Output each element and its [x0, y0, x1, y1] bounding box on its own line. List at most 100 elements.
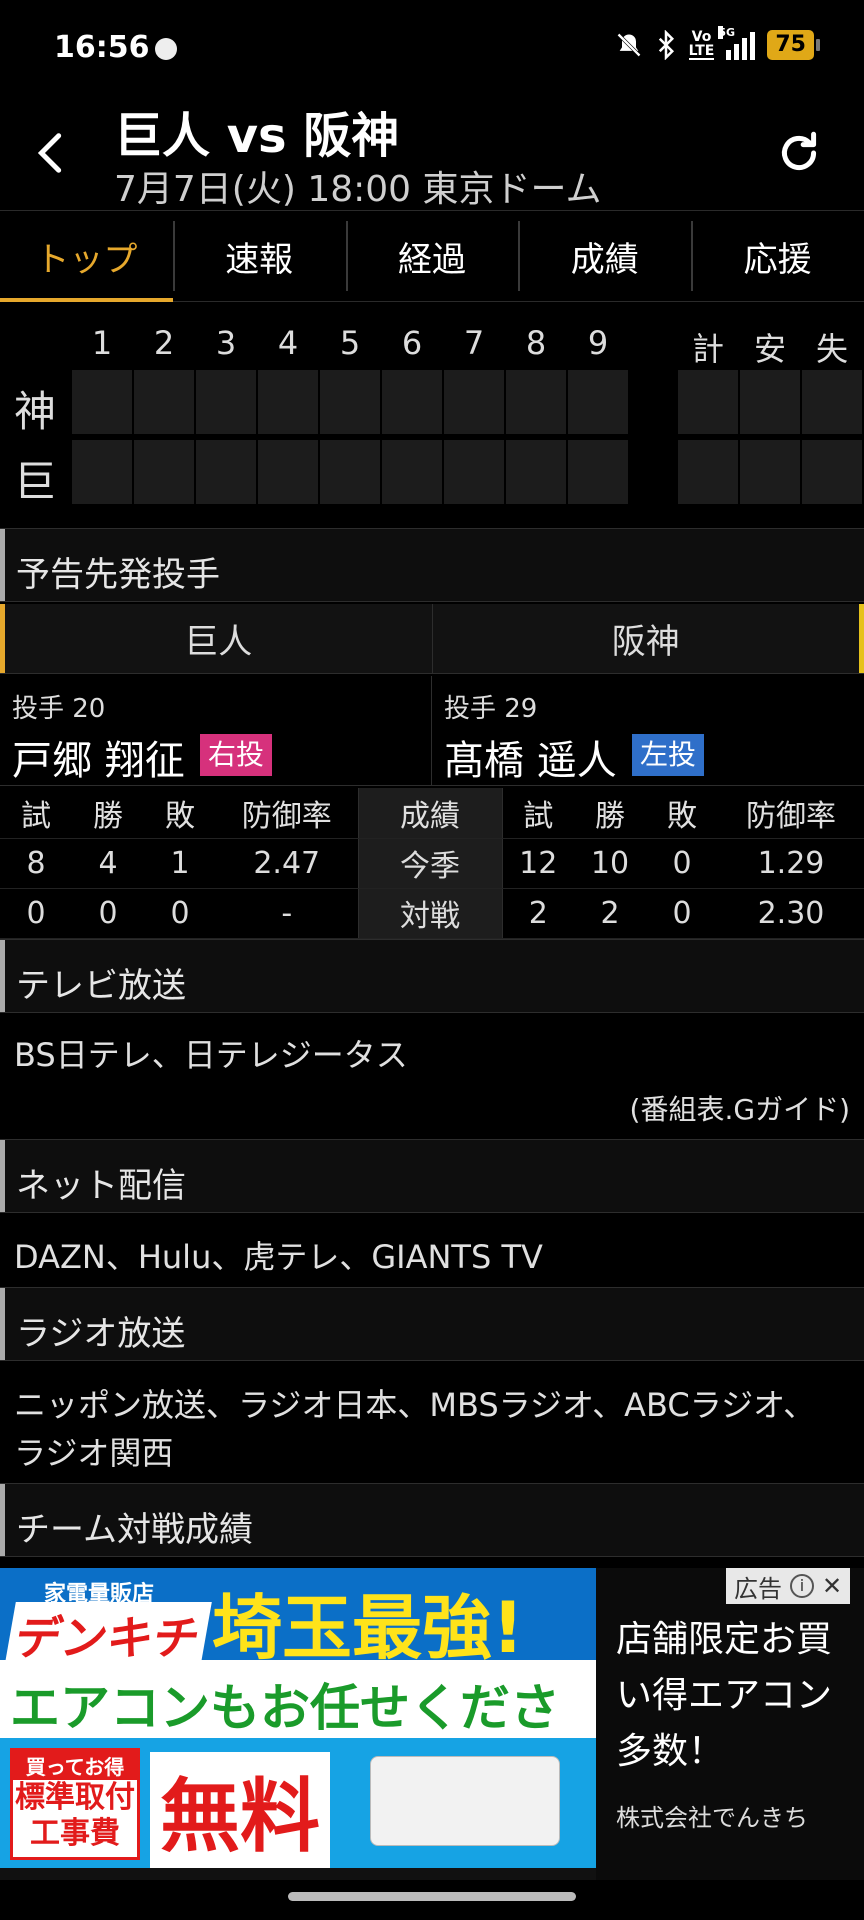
- stats-header: 試: [502, 788, 574, 839]
- battery-icon: 75: [767, 30, 820, 60]
- stats-cell: 4: [72, 838, 144, 889]
- inning-label: 7: [463, 324, 485, 362]
- score-row-home: 巨: [0, 438, 864, 508]
- score-cell: [134, 370, 194, 434]
- score-cell: [678, 370, 738, 434]
- inning-label: 9: [587, 324, 609, 362]
- score-cell: [382, 440, 442, 504]
- status-time: 16:56: [54, 30, 150, 65]
- section-header-pitchers: 予告先発投手: [0, 528, 864, 602]
- stats-header: 敗: [646, 788, 718, 839]
- app-header: 巨人 vs 阪神 7月7日(火) 18:00 東京ドーム: [0, 96, 864, 210]
- scoreboard: 1 2 3 4 5 6 7 8 9 計 安 失 神 巨: [0, 318, 864, 508]
- bluetooth-icon: [658, 30, 674, 60]
- errors-label: 失: [815, 330, 848, 368]
- ad-banner[interactable]: 家電量販店 デンキチ 埼玉最強! エアコンもお任せください! 買ってお得 標準取…: [0, 1568, 864, 1880]
- tab-progress[interactable]: 経過: [345, 211, 519, 301]
- tab-top[interactable]: トップ: [0, 211, 173, 302]
- tab-cheer[interactable]: 応援: [691, 211, 864, 301]
- tab-bar: トップ 速報 経過 成績 応援: [0, 210, 864, 302]
- ad-brand-logo: デンキチ: [4, 1602, 212, 1668]
- score-cell: [568, 370, 628, 434]
- app-notification-icon: [155, 38, 177, 60]
- score-cell: [802, 440, 862, 504]
- close-icon[interactable]: ✕: [822, 1572, 842, 1600]
- home-team-label: 巨人: [0, 604, 433, 673]
- tab-stats[interactable]: 成績: [518, 211, 691, 301]
- stats-cell: 0: [72, 888, 144, 939]
- ad-image[interactable]: 家電量販店 デンキチ 埼玉最強! エアコンもお任せください! 買ってお得 標準取…: [0, 1568, 596, 1880]
- inning-label: 1: [91, 324, 113, 362]
- stats-header: 勝: [72, 788, 144, 839]
- score-cell: [444, 370, 504, 434]
- score-cell: [802, 370, 862, 434]
- ad-footnote-bar: [0, 1868, 596, 1880]
- score-cell: [258, 370, 318, 434]
- stats-header: 勝: [574, 788, 646, 839]
- section-title: ネット配信: [16, 1166, 186, 1206]
- section-title: チーム対戦成績: [16, 1510, 253, 1550]
- tv-guide-link[interactable]: (番組表.Gガイド): [630, 1088, 850, 1128]
- score-cell: [382, 370, 442, 434]
- ad-bottom-band: 買ってお得 標準取付工事費 無料: [0, 1738, 596, 1868]
- section-header-radio: ラジオ放送: [0, 1287, 864, 1361]
- inning-label: 6: [401, 324, 423, 362]
- refresh-icon[interactable]: [774, 128, 824, 178]
- score-cell: [320, 440, 380, 504]
- pitcher-name: 戸郷 翔征: [12, 738, 185, 784]
- pitcher-number: 投手 29: [444, 694, 538, 724]
- stats-cell: 0: [646, 888, 718, 939]
- ad-advertiser: 株式会社でんきち: [616, 1804, 808, 1832]
- score-cell: [568, 440, 628, 504]
- score-cell: [740, 440, 800, 504]
- score-cell: [506, 440, 566, 504]
- radio-stations-cont: ラジオ関西: [14, 1434, 174, 1472]
- inning-label: 5: [339, 324, 361, 362]
- section-title: 予告先発投手: [16, 555, 220, 595]
- pitcher-stats-table: 試 勝 敗 防御率 成績 試 勝 敗 防御率 8 4 1 2.47 今季 12 …: [0, 788, 864, 939]
- stats-row-label: 対戦: [357, 888, 503, 939]
- ad-headline: 埼玉最強!: [212, 1587, 524, 1669]
- ad-description: 店舗限定お買い得エアコン多数！: [616, 1619, 833, 1772]
- ad-offer-box: 買ってお得 標準取付工事費: [10, 1748, 140, 1860]
- tv-channels: BS日テレ、日テレジータス: [14, 1036, 408, 1074]
- stats-row-matchup: 0 0 0 - 対戦 2 2 0 2.30: [0, 888, 864, 939]
- stats-cell: 10: [574, 838, 646, 889]
- ad-label-text: 広告: [734, 1574, 782, 1603]
- team-abbr: 神: [14, 387, 57, 436]
- pitcher-name: 髙橋 遥人: [444, 738, 617, 784]
- score-cell: [134, 440, 194, 504]
- away-pitcher-card[interactable]: 投手 29 髙橋 遥人 左投: [432, 676, 864, 786]
- stats-cell: 1: [144, 838, 216, 889]
- stats-header: 試: [0, 788, 72, 839]
- stats-header: 防御率: [718, 788, 864, 839]
- ad-free-text: 無料: [150, 1752, 330, 1868]
- stats-cell: 2: [502, 888, 574, 939]
- team-abbr: 巨: [14, 457, 57, 506]
- back-icon[interactable]: [28, 130, 74, 176]
- volte-icon: Vo LTE: [688, 29, 715, 60]
- section-header-net: ネット配信: [0, 1139, 864, 1213]
- home-indicator[interactable]: [288, 1892, 576, 1901]
- hits-label: 安: [753, 330, 786, 368]
- inning-label: 3: [215, 324, 237, 362]
- status-bar: 16:56 Vo LTE 5G 75: [0, 0, 864, 96]
- ad-choices[interactable]: 広告 i ✕: [726, 1568, 851, 1604]
- tab-live[interactable]: 速報: [172, 211, 346, 301]
- page-title: 巨人 vs 阪神: [114, 108, 400, 164]
- score-cell: [506, 370, 566, 434]
- inning-label: 8: [525, 324, 547, 362]
- stats-header-row: 試 勝 敗 防御率 成績 試 勝 敗 防御率: [0, 788, 864, 839]
- home-pitcher-card[interactable]: 投手 20 戸郷 翔征 右投: [0, 676, 432, 786]
- inning-label: 4: [277, 324, 299, 362]
- innings-header: 1 2 3 4 5 6 7 8 9 計 安 失: [0, 318, 864, 368]
- score-cell: [72, 440, 132, 504]
- signal-icon: 5G: [718, 26, 756, 60]
- score-cell: [258, 440, 318, 504]
- info-icon[interactable]: i: [790, 1574, 814, 1598]
- away-team-label: 阪神: [433, 604, 864, 673]
- stats-row-season: 8 4 1 2.47 今季 12 10 0 1.29: [0, 838, 864, 889]
- throwing-hand-badge: 右投: [200, 734, 273, 776]
- pitcher-teams: 巨人 阪神: [0, 604, 864, 674]
- stats-header: 防御率: [216, 788, 358, 839]
